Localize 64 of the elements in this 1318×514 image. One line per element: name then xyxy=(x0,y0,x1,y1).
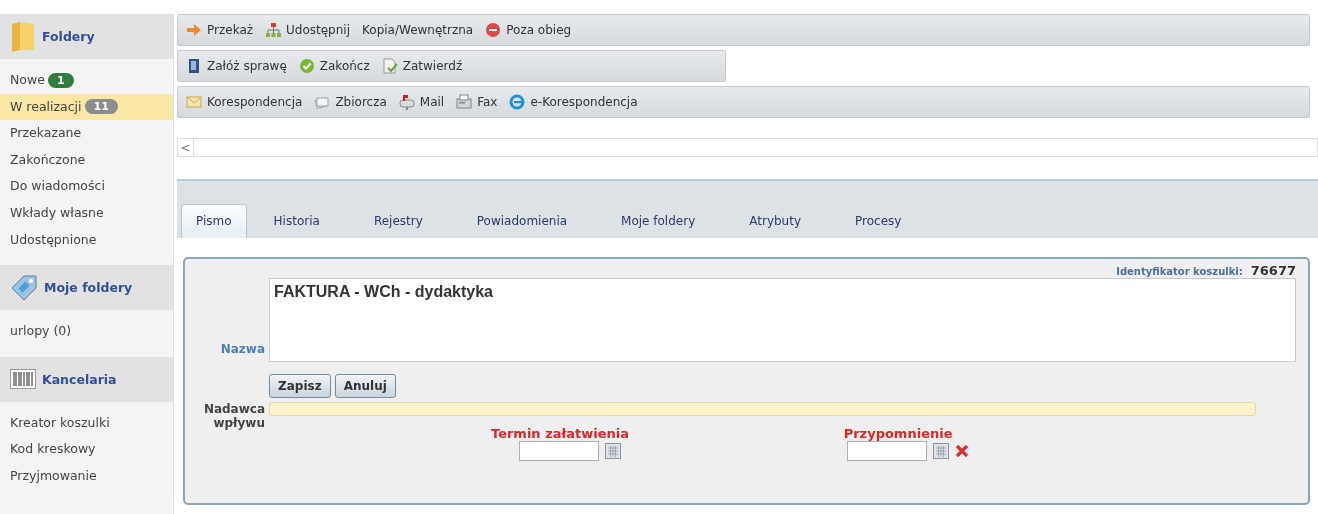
form-button[interactable]: Anuluj xyxy=(334,374,396,398)
name-label: Nazwa xyxy=(219,342,265,358)
folder-icon xyxy=(10,19,36,54)
barcode-icon xyxy=(10,369,36,390)
tag-icon xyxy=(10,273,38,302)
sidebar-item[interactable]: Kod kreskowy xyxy=(0,436,173,463)
sidebar-item[interactable]: Kreator koszulki xyxy=(0,409,173,437)
tab[interactable]: Pismo xyxy=(181,204,247,238)
section-title: Foldery xyxy=(42,29,95,44)
due-date-label: Termin załatwienia xyxy=(491,426,630,441)
toolbar-button[interactable]: Korespondencja xyxy=(184,92,305,112)
envelope-icon xyxy=(186,94,202,110)
form-button[interactable]: Zapisz xyxy=(269,374,331,398)
fax-icon xyxy=(456,94,473,110)
toolbar-button[interactable]: Przekaż xyxy=(184,20,256,40)
book-icon xyxy=(186,58,202,74)
toolbar-button[interactable]: Kopia/Wewnętrzna xyxy=(360,21,476,39)
tab[interactable]: Procesy xyxy=(840,204,917,238)
toolbar-button[interactable]: Fax xyxy=(454,92,500,112)
name-field[interactable]: FAKTURA - WCh - dydaktyka xyxy=(269,278,1296,362)
count-badge: 1 xyxy=(47,72,74,88)
stack-icon xyxy=(314,94,331,110)
sidebar-item[interactable]: Wkłady własne xyxy=(0,199,173,227)
sidebar-item[interactable]: Przekazane xyxy=(0,120,173,147)
toolbar-button[interactable]: Zatwierdź xyxy=(379,56,465,76)
tab[interactable]: Atrybuty xyxy=(734,204,817,238)
tab[interactable]: Moje foldery xyxy=(606,204,711,238)
sidebar-item[interactable]: Nowe 1 xyxy=(0,67,173,94)
date-field[interactable] xyxy=(519,441,600,461)
tab[interactable]: Rejestry xyxy=(358,204,438,238)
sidebar-item[interactable]: Do wiadomości xyxy=(0,173,173,200)
tab[interactable]: Historia xyxy=(258,204,335,238)
calendar-icon[interactable] xyxy=(933,443,950,459)
arrow-right-icon xyxy=(186,22,202,38)
sidebar-item[interactable]: Udostępnione xyxy=(0,226,173,254)
id-label: Identyfikator koszulki: xyxy=(1116,266,1243,277)
sender-field[interactable] xyxy=(269,402,1256,416)
toolbar-button[interactable]: Zakończ xyxy=(296,56,372,76)
toolbar-button[interactable]: e-Korespondencja xyxy=(507,92,640,112)
stop-icon xyxy=(485,22,502,38)
calendar-icon[interactable] xyxy=(605,443,622,459)
document-icon xyxy=(381,58,398,74)
tab[interactable]: Powiadomienia xyxy=(461,204,583,238)
sidebar-item[interactable]: Zakończone xyxy=(0,146,173,174)
close-icon[interactable] xyxy=(955,444,970,458)
section-title: Kancelaria xyxy=(42,371,117,387)
count-badge: 11 xyxy=(84,99,118,115)
mailbox-icon xyxy=(398,94,415,110)
toolbar-button[interactable]: Poza obieg xyxy=(483,20,574,40)
id-value: 76677 xyxy=(1250,263,1296,278)
section-title: Moje foldery xyxy=(44,280,133,296)
check-icon xyxy=(298,58,315,74)
sidebar-item[interactable]: urlopy (0) xyxy=(0,318,173,345)
toolbar-button[interactable]: Zbiorcza xyxy=(312,92,389,112)
toolbar-button[interactable]: Załóż sprawę xyxy=(184,56,289,76)
network-icon xyxy=(265,22,282,38)
sender-label: Nadawca wpływu xyxy=(202,402,265,430)
reminder-label: Przypomnienie xyxy=(843,426,953,441)
date-field[interactable] xyxy=(847,441,928,461)
sidebar-item[interactable]: Przyjmowanie xyxy=(0,462,173,490)
scroll-left-button[interactable]: < xyxy=(178,139,194,156)
toolbar-button[interactable]: Udostępnij xyxy=(263,20,352,40)
toolbar-button[interactable]: Mail xyxy=(396,92,447,112)
sidebar-item[interactable]: W realizacji 11 xyxy=(0,93,173,121)
